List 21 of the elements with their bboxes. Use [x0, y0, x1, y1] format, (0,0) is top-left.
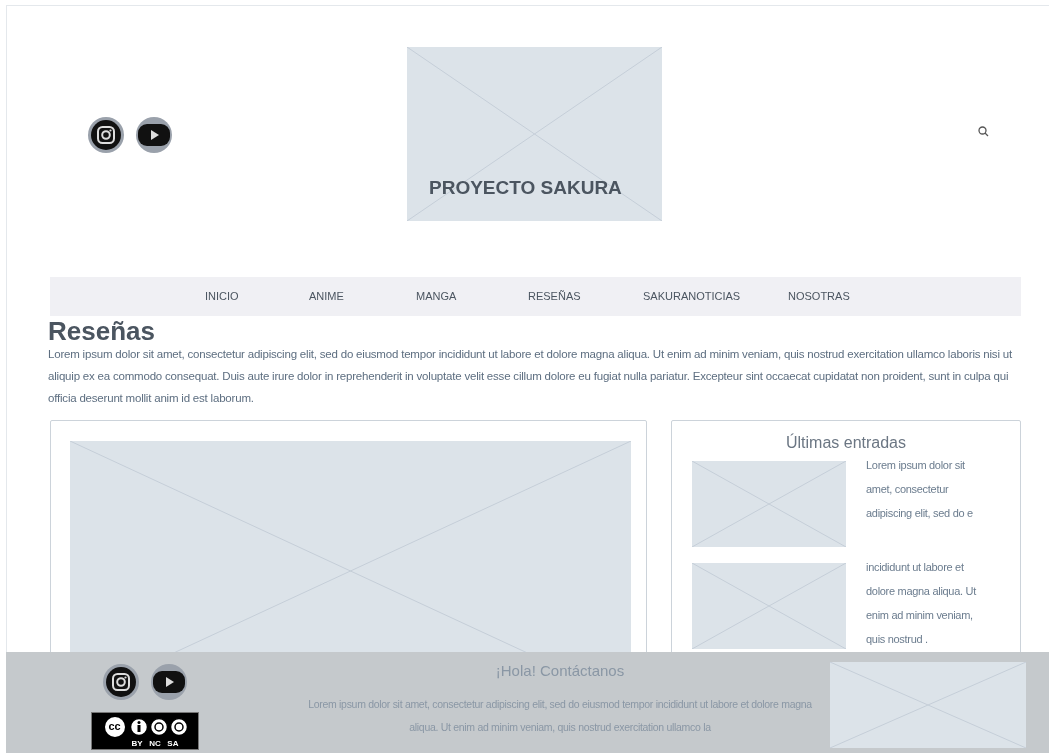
intro-paragraph: Lorem ipsum dolor sit amet, consectetur adipiscing elit, sed do eiusmod tempor incididunt ut labore et dolore magna aliqua. Ut enim ad minim veniam, quis nostrud exercitation ullamco laboris nisi ut aliquip ex ea commodo consequat. Duis aute irure dolor in reprehenderit in voluptate velit esse cillum dolore eu fugiat nulla pariatur. Excepteur sint occaecat cupidatat non proident, sunt in culpa qui officia deserunt mollit anim id est laborum.	[48, 347, 1013, 406]
cc-logo: cc	[102, 714, 127, 739]
search-icon[interactable]	[978, 126, 989, 137]
footer-title: ¡Hola! Contáctanos	[495, 661, 625, 681]
nav-link[interactable]: ANIME	[309, 288, 416, 305]
nav-link[interactable]: INICIO	[205, 288, 309, 305]
nav-link[interactable]: RESEÑAS	[528, 288, 643, 305]
nav-link[interactable]: MANGA	[416, 288, 528, 305]
youtube-icon[interactable]	[136, 117, 172, 153]
sidebar-title: Últimas entradas	[785, 432, 906, 453]
youtube-icon[interactable]	[151, 664, 187, 700]
nav-link[interactable]: SAKURANOTICIAS	[643, 288, 788, 305]
site-title: PROYECTO SAKURA	[429, 176, 622, 200]
instagram-icon[interactable]	[88, 117, 124, 153]
license-terms: BY NC SA	[130, 738, 179, 748]
page-title: Reseñas	[48, 316, 156, 346]
nav-link[interactable]: NOSOTRAS	[788, 288, 888, 305]
instagram-icon[interactable]	[103, 664, 139, 700]
license-icons-drawing	[129, 716, 188, 737]
entry-excerpt: incididunt ut labore et dolore magna aliqua. Ut enim ad minim veniam, quis nostrud .	[866, 560, 978, 647]
entry-excerpt: Lorem ipsum dolor sit amet, consectetur adipiscing elit, sed do e	[866, 458, 974, 521]
